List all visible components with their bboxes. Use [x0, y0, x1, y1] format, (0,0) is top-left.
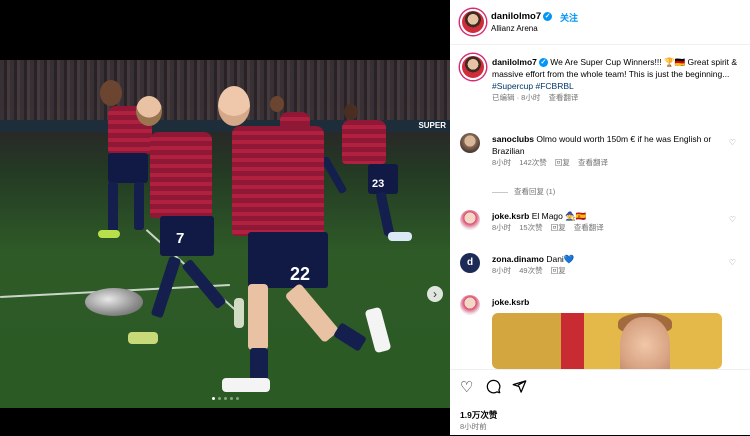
caption-edited-time: 已编辑 · 8小时	[492, 93, 541, 102]
comment-icon[interactable]	[486, 379, 501, 399]
heart-icon[interactable]: ♡	[460, 379, 473, 397]
chevron-right-icon[interactable]: ›	[427, 286, 443, 302]
heart-icon[interactable]: ♡	[729, 258, 736, 267]
ad-board-text: SUPER	[418, 121, 446, 130]
comment-username[interactable]: zona.dinamo	[492, 254, 544, 264]
follow-button[interactable]: 关注	[560, 11, 578, 24]
jersey-number: 7	[176, 230, 185, 247]
avatar[interactable]	[460, 210, 480, 230]
reply-button[interactable]: 回复	[555, 158, 570, 167]
comment-likes[interactable]: 49次赞	[519, 266, 542, 275]
jersey-number: 23	[372, 178, 385, 190]
carousel-dots	[0, 397, 450, 400]
see-translation-link[interactable]: 查看翻译	[578, 158, 608, 167]
comment-username[interactable]: sanoclubs	[492, 134, 534, 144]
comment-time: 8小时	[492, 158, 512, 167]
post-caption: danilolmo7 ✓ We Are Super Cup Winners!!! …	[492, 56, 740, 104]
comment-meta: 8小时 49次赞 回复	[492, 265, 737, 277]
caption-username[interactable]: danilolmo7 ✓	[492, 57, 548, 68]
caption-hashtags[interactable]: #Supercup #FCBRBL	[492, 81, 574, 91]
avatar[interactable]: d	[460, 253, 480, 273]
carousel-dot[interactable]	[223, 397, 227, 400]
reply-button[interactable]: 回复	[551, 223, 566, 232]
post-panel: danilolmo7 ✓ 关注 Allianz Arena danilolmo7 ✓…	[450, 0, 750, 435]
author-username[interactable]: danilolmo7 ✓	[491, 11, 553, 22]
likes-count[interactable]: 1.9万次赞	[460, 409, 497, 421]
comment-text: El Mago 🧙🇪🇸	[531, 211, 587, 221]
jersey-number: 22	[290, 264, 311, 284]
avatar[interactable]	[460, 295, 480, 315]
comment-time: 8小时	[492, 223, 512, 232]
post-location[interactable]: Allianz Arena	[491, 24, 538, 33]
comment-time: 8小时	[492, 266, 512, 275]
avatar[interactable]	[460, 9, 486, 35]
comment-likes[interactable]: 142次赞	[519, 158, 547, 167]
post-header: danilolmo7 ✓ 关注 Allianz Arena	[450, 0, 750, 45]
trophy	[85, 288, 143, 316]
comment-image[interactable]	[492, 313, 722, 369]
comment-username[interactable]: joke.ksrb	[492, 297, 529, 307]
comment: sanoclubs Olmo would worth 150m € if he …	[492, 133, 737, 169]
caption-meta: 已编辑 · 8小时 查看翻译	[492, 92, 740, 104]
verified-icon: ✓	[543, 11, 553, 21]
comment: joke.ksrb	[492, 296, 737, 308]
avatar[interactable]	[460, 133, 480, 153]
post-time: 8小时前	[460, 422, 487, 431]
comment-meta: 8小时 142次赞 回复 查看翻译	[492, 157, 737, 169]
verified-icon: ✓	[538, 58, 548, 68]
carousel-dot[interactable]	[235, 397, 239, 400]
heart-icon[interactable]: ♡	[729, 215, 736, 224]
heart-icon[interactable]: ♡	[729, 138, 736, 147]
view-replies-button[interactable]: 查看回复 (1)	[492, 186, 555, 197]
comment: joke.ksrb El Mago 🧙🇪🇸 8小时 15次赞 回复 查看翻译	[492, 210, 737, 234]
comment: zona.dinamo Dani💙 8小时 49次赞 回复	[492, 253, 737, 277]
share-icon[interactable]	[512, 379, 527, 399]
post-photo[interactable]: SUPER 23 7 22 ›	[0, 60, 450, 408]
post-media[interactable]: SUPER 23 7 22 ›	[0, 0, 450, 435]
comment-meta: 8小时 15次赞 回复 查看翻译	[492, 222, 737, 234]
see-translation-link[interactable]: 查看翻译	[574, 223, 604, 232]
carousel-dot[interactable]	[217, 397, 221, 400]
avatar[interactable]	[460, 54, 486, 80]
comment-username[interactable]: joke.ksrb	[492, 211, 529, 221]
carousel-dot[interactable]	[211, 397, 215, 400]
comment-likes[interactable]: 15次赞	[519, 223, 542, 232]
carousel-dot[interactable]	[229, 397, 233, 400]
see-translation-link[interactable]: 查看翻译	[548, 93, 578, 102]
comment-text: Dani💙	[546, 254, 575, 264]
post-actions: ♡ 1.9万次赞 8小时前	[450, 369, 750, 436]
reply-button[interactable]: 回复	[551, 266, 566, 275]
